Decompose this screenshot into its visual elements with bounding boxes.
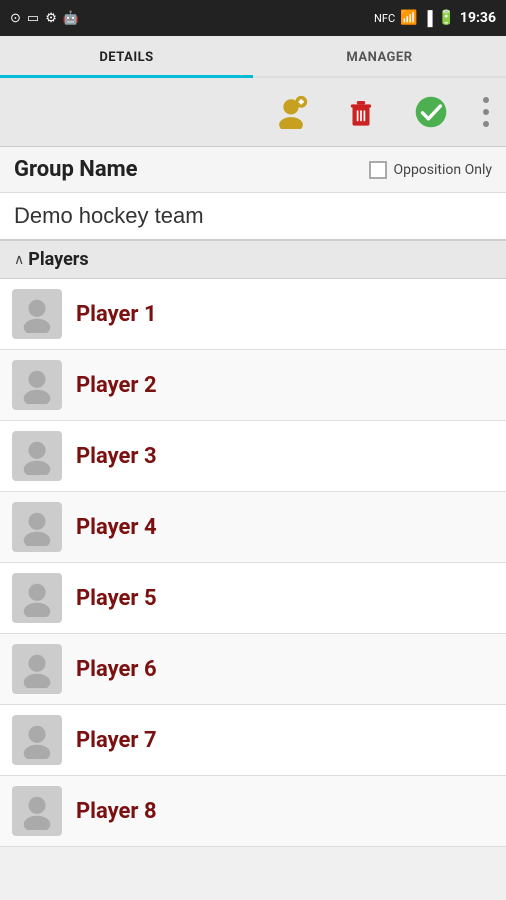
signal-icon: ▐ xyxy=(423,10,433,27)
battery-icon: 🔋 xyxy=(437,10,454,26)
tab-manager[interactable]: MANAGER xyxy=(253,36,506,76)
status-right-icons: NFC 📶 ▐ 🔋 19:36 xyxy=(374,10,496,27)
toolbar xyxy=(0,78,506,147)
status-bar: ⊙ ▭ ⚙ 🤖 NFC 📶 ▐ 🔋 19:36 xyxy=(0,0,506,36)
add-person-button[interactable] xyxy=(256,86,326,138)
player-avatar xyxy=(12,431,62,481)
android-icon: 🤖 xyxy=(63,11,79,26)
player-name: Player 7 xyxy=(76,728,157,753)
wifi-icon: 📶 xyxy=(400,10,417,26)
status-left-icons: ⊙ ▭ ⚙ 🤖 xyxy=(10,11,79,26)
player-avatar xyxy=(12,786,62,836)
player-row[interactable]: Player 1 xyxy=(0,279,506,350)
player-avatar xyxy=(12,715,62,765)
more-options-button[interactable] xyxy=(466,86,506,138)
opposition-only-label: Opposition Only xyxy=(393,162,492,178)
tab-details[interactable]: DETAILS xyxy=(0,36,253,78)
player-row[interactable]: Player 6 xyxy=(0,634,506,705)
player-name: Player 8 xyxy=(76,799,157,824)
player-row[interactable]: Player 7 xyxy=(0,705,506,776)
delete-button[interactable] xyxy=(326,86,396,138)
group-name-input[interactable] xyxy=(14,203,492,229)
player-name: Player 5 xyxy=(76,586,157,611)
player-row[interactable]: Player 3 xyxy=(0,421,506,492)
players-section-header[interactable]: ∧ Players xyxy=(0,241,506,279)
usb-icon: ⚙ xyxy=(45,11,57,26)
add-person-icon xyxy=(274,95,308,129)
players-chevron-icon: ∧ xyxy=(14,252,24,268)
opposition-only-checkbox[interactable] xyxy=(369,161,387,179)
player-avatar xyxy=(12,360,62,410)
trash-icon xyxy=(344,95,378,129)
tab-bar: DETAILS MANAGER xyxy=(0,36,506,78)
confirm-button[interactable] xyxy=(396,86,466,138)
player-name: Player 6 xyxy=(76,657,157,682)
player-name: Player 2 xyxy=(76,373,157,398)
players-title: Players xyxy=(28,249,88,270)
player-avatar xyxy=(12,289,62,339)
more-icon xyxy=(481,95,491,129)
player-avatar xyxy=(12,644,62,694)
group-name-input-row xyxy=(0,193,506,241)
player-name: Player 3 xyxy=(76,444,157,469)
battery-charging-icon: ▭ xyxy=(27,11,39,26)
nfc-label: NFC xyxy=(374,12,395,25)
app-icon-1: ⊙ xyxy=(10,11,21,26)
player-name: Player 1 xyxy=(76,302,157,327)
player-name: Player 4 xyxy=(76,515,157,540)
player-row[interactable]: Player 8 xyxy=(0,776,506,847)
player-row[interactable]: Player 2 xyxy=(0,350,506,421)
player-row[interactable]: Player 4 xyxy=(0,492,506,563)
player-row[interactable]: Player 5 xyxy=(0,563,506,634)
player-list: Player 1 Player 2 Player 3 Player 4 Play… xyxy=(0,279,506,847)
player-avatar xyxy=(12,573,62,623)
opposition-only-section[interactable]: Opposition Only xyxy=(369,161,492,179)
group-name-row: Group Name Opposition Only xyxy=(0,147,506,193)
group-name-label: Group Name xyxy=(14,157,369,182)
time-display: 19:36 xyxy=(460,10,496,26)
checkmark-icon xyxy=(414,95,448,129)
player-avatar xyxy=(12,502,62,552)
